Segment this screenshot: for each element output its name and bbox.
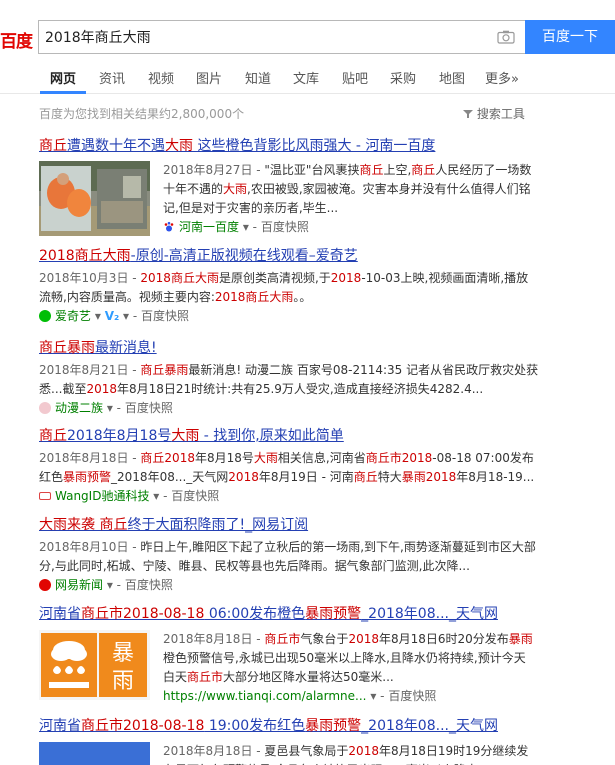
source-name[interactable]: 动漫二族: [55, 401, 103, 415]
result-snippet-block: 2018年8月27日 - "温比亚"台风裹挟商丘上空,商丘人民经历了一场数十年不…: [163, 161, 533, 237]
result-thumbnail[interactable]: [39, 161, 150, 236]
snapshot-link[interactable]: 百度快照: [261, 220, 309, 234]
search-result: 2018商丘大雨-原创-高清正版视频在线观看–爱奇艺 2018年10月3日 - …: [39, 246, 539, 326]
result-title-link[interactable]: 河南省商丘市2018-08-18 06:00发布橙色暴雨预警_2018年08..…: [39, 604, 539, 624]
search-tools-label: 搜索工具: [476, 107, 525, 121]
top-search-bar: 百度 百度一下: [0, 0, 615, 60]
source-name[interactable]: 爱奇艺: [55, 309, 91, 323]
source-name[interactable]: 网易新闻: [55, 578, 103, 592]
wangid-icon: [39, 492, 51, 500]
snapshot-link[interactable]: 百度快照: [171, 489, 219, 503]
thumb-text: 暴: [112, 641, 134, 666]
search-input[interactable]: [45, 21, 485, 53]
tab-images[interactable]: 图片: [196, 68, 222, 87]
result-snippet-block: 2018年8月18日 - 夏邑县气象局于2018年8月18日19时19分继续发布…: [163, 742, 533, 765]
tab-wenku[interactable]: 文库: [293, 68, 319, 87]
search-result: 商丘2018年8月18号大雨 - 找到你,原来如此简单 2018年8月18日 -…: [39, 426, 539, 506]
tab-more[interactable]: 更多»: [485, 68, 519, 87]
verified-v2-icon: V₂: [104, 309, 120, 323]
result-snippet-block: 2018年8月18日 - 商丘市气象台于2018年8月18日6时20分发布暴雨橙…: [163, 630, 533, 706]
tab-video[interactable]: 视频: [148, 68, 174, 87]
result-source: 动漫二族 ▾ - 百度快照: [39, 399, 539, 418]
result-snippet: 2018年8月18日 - 商丘2018年8月18号大雨相关信息,河南省商丘市20…: [39, 451, 535, 484]
search-result: 商丘暴雨最新消息! 2018年8月21日 - 商丘暴雨最新消息! 动漫二族 百家…: [39, 338, 539, 418]
result-title-link[interactable]: 商丘遭遇数十年不遇大雨 这些橙色背影比风雨强大 - 河南一百度: [39, 136, 539, 156]
result-title-link[interactable]: 2018商丘大雨-原创-高清正版视频在线观看–爱奇艺: [39, 246, 539, 266]
result-snippet: 2018年8月27日 - "温比亚"台风裹挟商丘上空,商丘人民经历了一场数十年不…: [163, 163, 532, 215]
tab-news[interactable]: 资讯: [99, 68, 125, 87]
result-title-link[interactable]: 河南省商丘市2018-08-18 19:00发布红色暴雨预警_2018年08..…: [39, 716, 539, 736]
result-snippet: 2018年8月21日 - 商丘暴雨最新消息! 动漫二族 百家号08-2114:3…: [39, 363, 539, 396]
active-tab-indicator: [40, 91, 86, 94]
search-result: 河南省商丘市2018-08-18 19:00发布红色暴雨预警_2018年08..…: [39, 716, 539, 765]
snapshot-link[interactable]: 百度快照: [125, 401, 173, 415]
search-result: 大雨来袭 商丘终于大面积降雨了!_网易订阅 2018年8月10日 - 昨日上午,…: [39, 515, 539, 595]
result-title-link[interactable]: 商丘暴雨最新消息!: [39, 338, 539, 358]
svg-text:雨: 雨: [112, 669, 134, 694]
baidu-paw-icon: [164, 221, 174, 232]
tab-zhidao[interactable]: 知道: [245, 68, 271, 87]
search-tools[interactable]: 搜索工具: [463, 105, 525, 122]
snapshot-link[interactable]: 百度快照: [141, 309, 189, 323]
search-button[interactable]: 百度一下: [525, 20, 615, 54]
camera-icon[interactable]: [497, 30, 515, 44]
result-count: 百度为您找到相关结果约2,800,000个: [39, 107, 245, 121]
search-box[interactable]: [38, 20, 525, 54]
tab-map[interactable]: 地图: [439, 68, 465, 87]
snapshot-link[interactable]: 百度快照: [388, 689, 436, 703]
filter-icon: [463, 110, 473, 118]
baidu-logo[interactable]: 百度: [0, 27, 33, 52]
result-thumbnail[interactable]: [39, 742, 150, 765]
tab-caigou[interactable]: 采购: [390, 68, 416, 87]
dongman-icon: [39, 402, 51, 414]
result-snippet: 2018年8月18日 - 商丘市气象台于2018年8月18日6时20分发布暴雨橙…: [163, 632, 533, 684]
result-source: https://www.tianqi.com/alarmne... ▾ - 百度…: [163, 689, 437, 703]
source-name[interactable]: WangID驰通科技: [55, 489, 149, 503]
iqiyi-icon: [39, 310, 51, 322]
search-result: 商丘遭遇数十年不遇大雨 这些橙色背影比风雨强大 - 河南一百度 2018年8月2…: [39, 136, 539, 236]
result-snippet: 2018年8月10日 - 昨日上午,睢阳区下起了立秋后的第一场雨,到下午,雨势逐…: [39, 540, 536, 573]
snapshot-link[interactable]: 百度快照: [125, 578, 173, 592]
source-url[interactable]: https://www.tianqi.com/alarmne...: [163, 689, 367, 703]
rainstorm-warning-icon: 暴 雨: [39, 630, 150, 700]
tab-bar: 网页 资讯 视频 图片 知道 文库 贴吧 采购 地图 更多»: [0, 60, 615, 94]
result-thumbnail[interactable]: 暴 雨: [39, 630, 150, 700]
result-source: WangID驰通科技 ▾ - 百度快照: [39, 487, 539, 506]
tab-tieba[interactable]: 贴吧: [342, 68, 368, 87]
result-title-link[interactable]: 商丘2018年8月18号大雨 - 找到你,原来如此简单: [39, 426, 539, 446]
result-snippet: 2018年8月18日 - 夏邑县气象局于2018年8月18日19时19分继续发布…: [163, 744, 529, 765]
result-snippet: 2018年10月3日 - 2018商丘大雨是原创类高清视频,于2018-10-0…: [39, 271, 529, 304]
result-source: 爱奇艺 ▾ V₂ ▾ - 百度快照: [39, 307, 539, 326]
result-source: 河南一百度 ▾ - 百度快照: [163, 218, 533, 237]
search-result: 河南省商丘市2018-08-18 06:00发布橙色暴雨预警_2018年08..…: [39, 604, 539, 703]
netease-icon: [39, 579, 51, 591]
tab-web[interactable]: 网页: [50, 68, 76, 87]
flood-rescue-image: [39, 161, 150, 236]
result-title-link[interactable]: 大雨来袭 商丘终于大面积降雨了!_网易订阅: [39, 515, 539, 535]
result-source: 网易新闻 ▾ - 百度快照: [39, 576, 539, 595]
source-name[interactable]: 河南一百度: [179, 220, 239, 234]
